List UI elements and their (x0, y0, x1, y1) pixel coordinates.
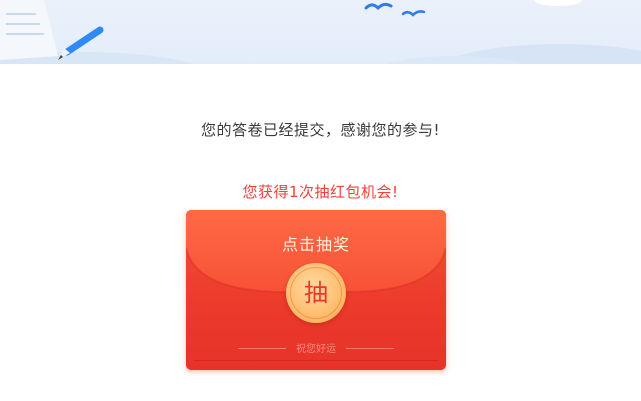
paper-icon (0, 0, 58, 60)
bird-icon (401, 10, 426, 17)
draw-button[interactable]: 抽 (286, 263, 346, 323)
survey-complete-page: 您的答卷已经提交，感谢您的参与! 您获得1次抽红包机会! 点击抽奖 抽 祝您好运 (0, 0, 641, 401)
submission-message: 您的答卷已经提交，感谢您的参与! (200, 121, 440, 139)
banner-illustration (0, 0, 641, 64)
envelope-inner-border (194, 360, 438, 361)
divider-line (346, 348, 394, 349)
lottery-chance-message: 您获得1次抽红包机会! (242, 183, 399, 201)
draw-button-label: 抽 (304, 279, 328, 307)
draw-prize-title[interactable]: 点击抽奖 (186, 231, 446, 255)
bird-icon (364, 2, 393, 11)
red-envelope[interactable]: 点击抽奖 抽 祝您好运 (186, 210, 446, 370)
header-banner (0, 0, 641, 64)
good-luck-text: 祝您好运 (296, 344, 336, 355)
